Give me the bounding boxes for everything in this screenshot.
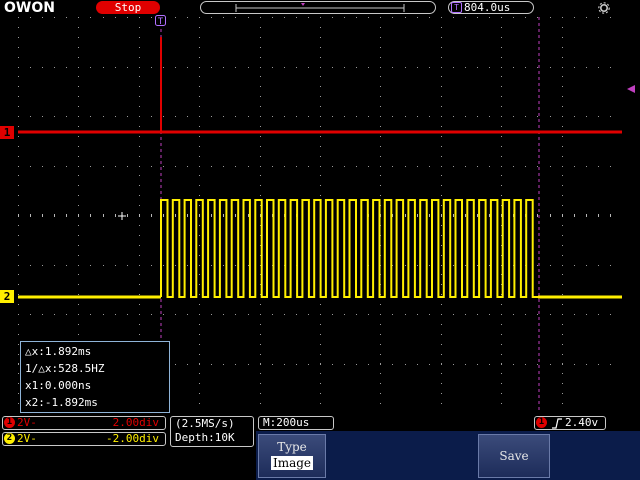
channel-1-info[interactable]: 1 2V- 2.00div bbox=[2, 416, 166, 430]
channel-2-trace bbox=[18, 199, 622, 299]
memory-position-bar bbox=[200, 1, 436, 14]
channel-2-badge: 2 bbox=[4, 433, 15, 444]
cursor-measurement-panel: △x:1.892ms 1/△x:528.5HZ x1:0.000ns x2:-1… bbox=[20, 341, 170, 413]
horizontal-delay-readout[interactable]: T 804.0us bbox=[448, 1, 534, 14]
gear-icon[interactable] bbox=[598, 2, 610, 14]
cursor-delta-x: △x:1.892ms bbox=[25, 345, 92, 358]
channel-2-volts: 2V- bbox=[17, 432, 37, 445]
trigger-delay-icon: T bbox=[451, 2, 462, 13]
sample-rate: (2.5MS/s) bbox=[175, 417, 235, 430]
cursor-x1: x1:0.000ns bbox=[25, 379, 92, 392]
save-button[interactable]: Save bbox=[478, 434, 550, 478]
channel-2-ground-marker[interactable]: 2 bbox=[0, 290, 14, 303]
cursor-x2: x2:-1.892ms bbox=[25, 396, 98, 409]
trigger-position-icon[interactable]: T bbox=[155, 15, 166, 27]
trigger-info[interactable]: 1 2.40v bbox=[534, 416, 606, 430]
type-value: Image bbox=[270, 456, 314, 470]
trigger-level-icon[interactable] bbox=[626, 84, 636, 94]
type-label: Type bbox=[277, 440, 307, 454]
acquisition-info: (2.5MS/s) Depth:10K bbox=[170, 416, 254, 447]
channel-1-ground-marker[interactable]: 1 bbox=[0, 126, 14, 139]
channel-1-badge: 1 bbox=[4, 417, 15, 428]
channel-1-volts: 2V- bbox=[17, 416, 37, 429]
type-button[interactable]: Type Image bbox=[258, 434, 326, 478]
channel-2-scale: -2.00div bbox=[106, 432, 159, 445]
svg-text:T: T bbox=[158, 17, 164, 27]
delay-value: 804.0us bbox=[464, 1, 511, 14]
brand-logo: OWON bbox=[4, 0, 55, 16]
cursor-frequency: 1/△x:528.5HZ bbox=[25, 362, 105, 375]
record-depth: Depth:10K bbox=[175, 431, 235, 444]
center-crosshair bbox=[118, 212, 126, 220]
trigger-level-value: 2.40v bbox=[565, 416, 599, 429]
trigger-source-badge: 1 bbox=[536, 417, 547, 428]
channel-1-trace bbox=[18, 37, 622, 134]
channel-1-scale: 2.00div bbox=[112, 416, 159, 429]
channel-2-info[interactable]: 2 2V- -2.00div bbox=[2, 432, 166, 446]
rising-edge-icon bbox=[552, 418, 562, 429]
save-label: Save bbox=[499, 449, 529, 463]
timebase-readout[interactable]: M:200us bbox=[258, 416, 334, 430]
run-stop-status[interactable]: Stop bbox=[96, 1, 160, 14]
top-status-bar: OWON Stop T 804.0us bbox=[0, 0, 640, 16]
